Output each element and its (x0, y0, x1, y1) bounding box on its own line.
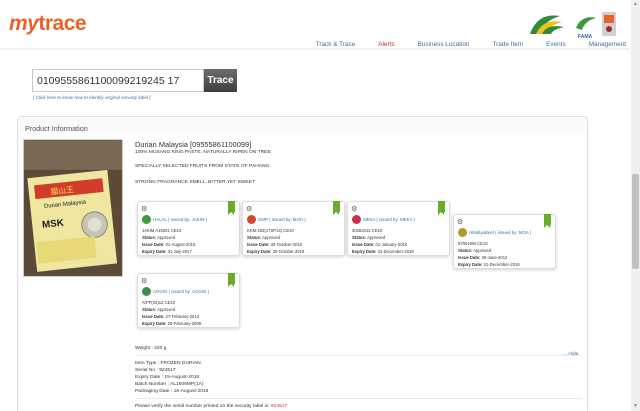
logo-my: my (9, 12, 39, 35)
aogig-badge-icon (142, 287, 151, 296)
meka-badge-icon (352, 215, 361, 224)
cert-code: KKM-183(17SP14) CE10 (247, 228, 294, 233)
nav-events[interactable]: Events (546, 41, 566, 48)
cert-title[interactable]: MEKA ( issued by: MEKA ) (363, 217, 415, 222)
scrollbar-thumb[interactable] (632, 174, 639, 269)
expiry-date: Expiry Date : 15-August-2018 (135, 375, 200, 380)
nav-divider (0, 48, 630, 50)
svg-text:FAMA: FAMA (578, 34, 593, 40)
certification-card-aogig[interactable]: ⚙ AOGIG ( issued by: AOGIG ) A/PF(04)12 … (137, 273, 240, 328)
ribbon-icon (228, 273, 235, 287)
nav-alerts[interactable]: Alerts (378, 41, 394, 48)
certification-card-meka[interactable]: ⚙ MEKA ( issued by: MEKA ) 30382012 CE10… (347, 201, 450, 256)
cert-title[interactable]: HALAL ( issued by: JAKIM ) (153, 217, 207, 222)
nav-business-location[interactable]: Business Location (418, 41, 470, 48)
certification-card-mallya[interactable]: ⚙ HMallyaBeef ( issued by: MOA ) 570019W… (453, 214, 556, 269)
cert-expiry-date: Expiry Date: 30-October-2019 (247, 249, 305, 254)
product-description: 100% MUSANG KING PASTE, NATURALLY RIPEN … (135, 150, 271, 155)
scroll-up-arrow-icon[interactable]: ▲ (632, 1, 639, 8)
batch-number: Batch Number : AL1606MP(1A) (135, 382, 204, 387)
cert-issue-date: Issue Date: 01-January-2016 (352, 242, 408, 247)
product-name: Durian Malaysia [09555861100099] (135, 140, 252, 149)
main-nav: Track & Trace Alerts Business Location T… (293, 41, 626, 48)
cert-expiry-date: Expiry Date: 31-December-2016 (458, 262, 520, 267)
mallya-badge-icon (458, 228, 467, 237)
product-description: SPECIALLY SELECTED FRUITS FROM STATE OF … (135, 164, 270, 169)
cert-expiry-date: Expiry Date: 26-February-2008 (142, 321, 202, 326)
cert-status: Status: Approved (458, 248, 492, 253)
cert-status: Status: Approved (142, 307, 176, 312)
cert-issue-date: Issue Date: 30-October-2015 (247, 242, 303, 247)
security-label-help-link[interactable]: [ Click here to know how to identify ori… (33, 95, 150, 100)
nav-track-trace[interactable]: Track & Trace (316, 41, 356, 48)
cert-code: A/PF(04)12 CE10 (142, 300, 176, 305)
gear-icon[interactable]: ⚙ (141, 206, 147, 213)
search-input[interactable] (32, 69, 204, 92)
cert-status: Status: Approved (352, 235, 386, 240)
cert-code: JAKIM A15001 CE10 (142, 228, 182, 233)
packaging-date: Packaging Date : 16-August-2016 (135, 389, 209, 394)
gear-icon[interactable]: ⚙ (351, 206, 357, 213)
panel-title: Product Information (25, 124, 88, 133)
cert-code: 30382012 CE10 (352, 228, 383, 233)
cert-issue-date: Issue Date: 01-August-2015 (142, 242, 196, 247)
gear-icon[interactable]: ⚙ (246, 206, 252, 213)
cert-title[interactable]: GMP ( issued by: MOH ) (258, 217, 306, 222)
cert-code: 570019W CE10 (458, 241, 488, 246)
mytrace-logo[interactable]: mytrace (9, 12, 87, 36)
ministry-logo (530, 15, 564, 34)
nav-management[interactable]: Management (589, 41, 626, 48)
cert-expiry-date: Expiry Date: 31-July-2017 (142, 249, 192, 254)
certification-card-gmp[interactable]: ⚙ GMP ( issued by: MOH ) KKM-183(17SP14)… (242, 201, 345, 256)
gear-icon[interactable]: ⚙ (457, 219, 463, 226)
verify-serial-value: 924517 (270, 404, 288, 409)
product-image: 猫山王 Durian Malaysia MSK (23, 139, 123, 277)
ribbon-icon (438, 201, 445, 215)
cert-title[interactable]: HMallyaBeef ( issued by: MOA ) (469, 230, 531, 235)
ribbon-icon (544, 214, 551, 228)
verify-serial-text: Please verify the serial number printed … (135, 404, 288, 409)
trace-button[interactable]: Trace (204, 69, 237, 92)
product-description: STRONG FRAGRANCE SMELL, BITTER YET SWEET (135, 180, 255, 185)
cert-expiry-date: Expiry Date: 31-December-2019 (352, 249, 414, 254)
scroll-down-arrow-icon[interactable]: ▼ (632, 403, 639, 410)
halal-badge-icon (142, 215, 151, 224)
logo-trace: trace (38, 12, 87, 35)
cert-issue-date: Issue Date: 30-June-2012 (458, 255, 508, 260)
cert-status: Status: Approved (247, 235, 281, 240)
svg-text:MSK: MSK (42, 218, 65, 231)
vertical-scrollbar[interactable]: ▲ ▼ (631, 0, 640, 411)
mimos-logo (602, 12, 616, 36)
divider (135, 355, 582, 356)
hide-details-link[interactable]: ... Hide (563, 352, 579, 357)
nav-trade-item[interactable]: Trade Item (492, 41, 523, 48)
cert-title[interactable]: AOGIG ( issued by: AOGIG ) (153, 289, 209, 294)
cert-status: Status: Approved (142, 235, 176, 240)
partner-logos: FAMA (530, 12, 616, 40)
ribbon-icon (228, 201, 235, 215)
serial-number: Serial No : 924517 (135, 368, 176, 373)
fama-logo: FAMA (576, 17, 596, 40)
cert-issue-date: Issue Date: 27-February-2013 (142, 314, 200, 319)
item-type: Item Type : FROZEN DURIAN (135, 361, 201, 366)
gmp-badge-icon (247, 215, 256, 224)
product-weight: Weight : 220 g (135, 346, 167, 351)
page: mytrace FAMA Track & Trace Alerts Busine… (0, 0, 640, 411)
certification-card-halal[interactable]: ⚙ HALAL ( issued by: JAKIM ) JAKIM A1500… (137, 201, 240, 256)
trace-search: Trace (32, 69, 237, 93)
gear-icon[interactable]: ⚙ (141, 278, 147, 285)
ribbon-icon (333, 201, 340, 215)
divider (135, 398, 582, 399)
